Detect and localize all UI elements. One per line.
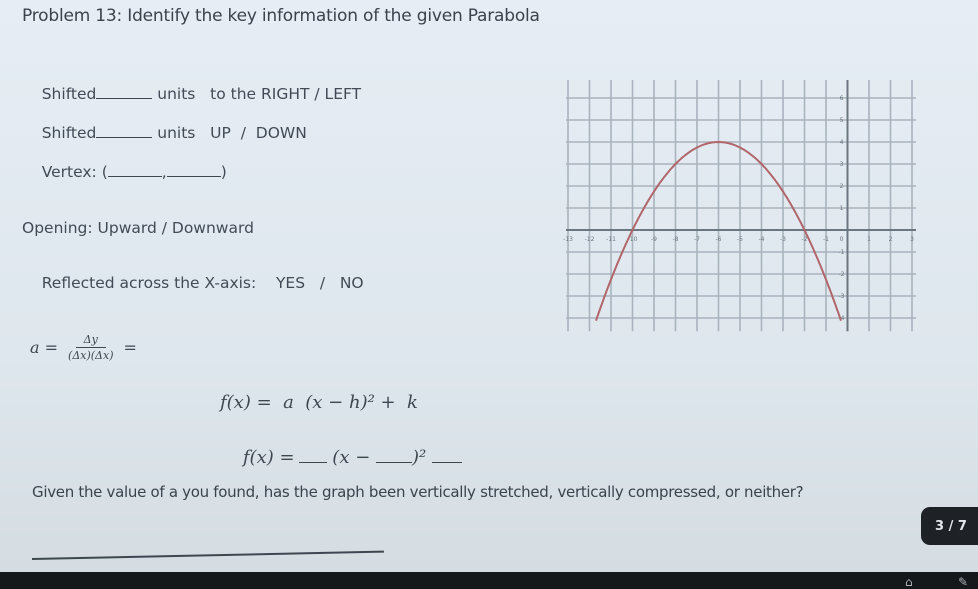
x-tick-label: 1 bbox=[867, 236, 871, 243]
vertex-k-blank[interactable] bbox=[166, 162, 221, 177]
x-tick-label: -4 bbox=[759, 236, 765, 243]
worksheet-page: Problem 13: Identify the key information… bbox=[0, 0, 978, 578]
y-tick-label: 1 bbox=[840, 205, 844, 212]
vertex-prefix: Vertex: ( bbox=[41, 163, 108, 181]
vertex-suffix: ) bbox=[220, 163, 227, 181]
horizontal-shift-blank[interactable] bbox=[96, 84, 153, 99]
grid bbox=[566, 80, 916, 332]
y-tick-label: -2 bbox=[839, 271, 845, 278]
x-tick-label: -5 bbox=[737, 236, 743, 243]
a-value-blank[interactable] bbox=[298, 446, 327, 463]
x-tick-label: -13 bbox=[563, 236, 573, 243]
opening-line: Opening: Upward / Downward bbox=[22, 219, 254, 237]
y-tick-label: 6 bbox=[840, 95, 844, 102]
home-icon[interactable]: ⌂ bbox=[905, 575, 913, 589]
horizontal-shift-prefix: Shifted bbox=[41, 85, 97, 103]
bottom-bar bbox=[0, 572, 978, 589]
reflected-line: Reflected across the X-axis: YES / NO bbox=[22, 256, 364, 310]
vertex-form-general: f(x) = a (x − h)² + k bbox=[220, 392, 418, 413]
pen-icon[interactable]: ✎ bbox=[958, 575, 968, 589]
a-numerator: Δy bbox=[75, 333, 106, 348]
fill-close: )² bbox=[412, 447, 427, 468]
x-tick-label: -8 bbox=[673, 236, 679, 243]
vertical-shift-suffix: units UP / DOWN bbox=[157, 124, 307, 142]
x-tick-label: -1 bbox=[823, 236, 829, 243]
fill-prefix: f(x) = bbox=[242, 447, 295, 468]
y-tick-label: -3 bbox=[839, 293, 845, 300]
vertical-shift-blank[interactable] bbox=[96, 123, 153, 138]
problem-title: Problem 13: Identify the key information… bbox=[22, 6, 540, 26]
page-indicator: 3 / 7 bbox=[921, 507, 978, 545]
vertical-shift-prefix: Shifted bbox=[41, 124, 97, 142]
a-formula-rhs: = bbox=[123, 338, 137, 357]
y-tick-label: 4 bbox=[840, 139, 844, 146]
x-tick-label: -6 bbox=[716, 236, 722, 243]
a-fraction: Δy (Δx)(Δx) bbox=[68, 333, 113, 362]
a-formula-lhs: a = bbox=[30, 338, 59, 357]
axes bbox=[566, 80, 916, 332]
parabola-graph: -13 -12 -11 -10 -9 -8 -7 -6 -5 -4 -3 -2 -1 1 2 3-4-3-2-… bbox=[563, 80, 916, 332]
x-tick-label: -12 bbox=[585, 236, 595, 243]
y-tick-label: 3 bbox=[840, 161, 844, 168]
x-tick-label: -3 bbox=[780, 236, 786, 243]
vertex-h-blank[interactable] bbox=[107, 162, 162, 177]
a-formula: a = Δy (Δx)(Δx) = bbox=[30, 333, 137, 362]
vertex-form-fill: f(x) = (x − )² bbox=[220, 425, 462, 489]
y-tick-label: 5 bbox=[840, 117, 844, 124]
answer-blank[interactable] bbox=[31, 550, 384, 560]
h-value-blank[interactable] bbox=[376, 446, 413, 463]
reflected-options: YES / NO bbox=[275, 274, 364, 292]
fill-mid: (x − bbox=[332, 447, 371, 468]
origin-label: 0 bbox=[840, 236, 844, 243]
reflected-label: Reflected across the X-axis: bbox=[41, 274, 257, 292]
y-tick-label: -1 bbox=[839, 249, 845, 256]
stretch-question: Given the value of a you found, has the … bbox=[32, 483, 804, 501]
k-value-blank[interactable] bbox=[432, 446, 462, 463]
x-tick-label: -7 bbox=[694, 236, 700, 243]
x-tick-label: -11 bbox=[606, 236, 616, 243]
x-tick-label: 2 bbox=[889, 236, 893, 243]
y-tick-label: 2 bbox=[840, 183, 844, 190]
vertex-line: Vertex: (,) bbox=[22, 144, 227, 199]
a-denominator: (Δx)(Δx) bbox=[68, 349, 114, 362]
x-tick-label: -9 bbox=[651, 236, 657, 243]
x-tick-label: 3 bbox=[910, 236, 914, 243]
horizontal-shift-suffix: units to the RIGHT / LEFT bbox=[157, 85, 362, 103]
